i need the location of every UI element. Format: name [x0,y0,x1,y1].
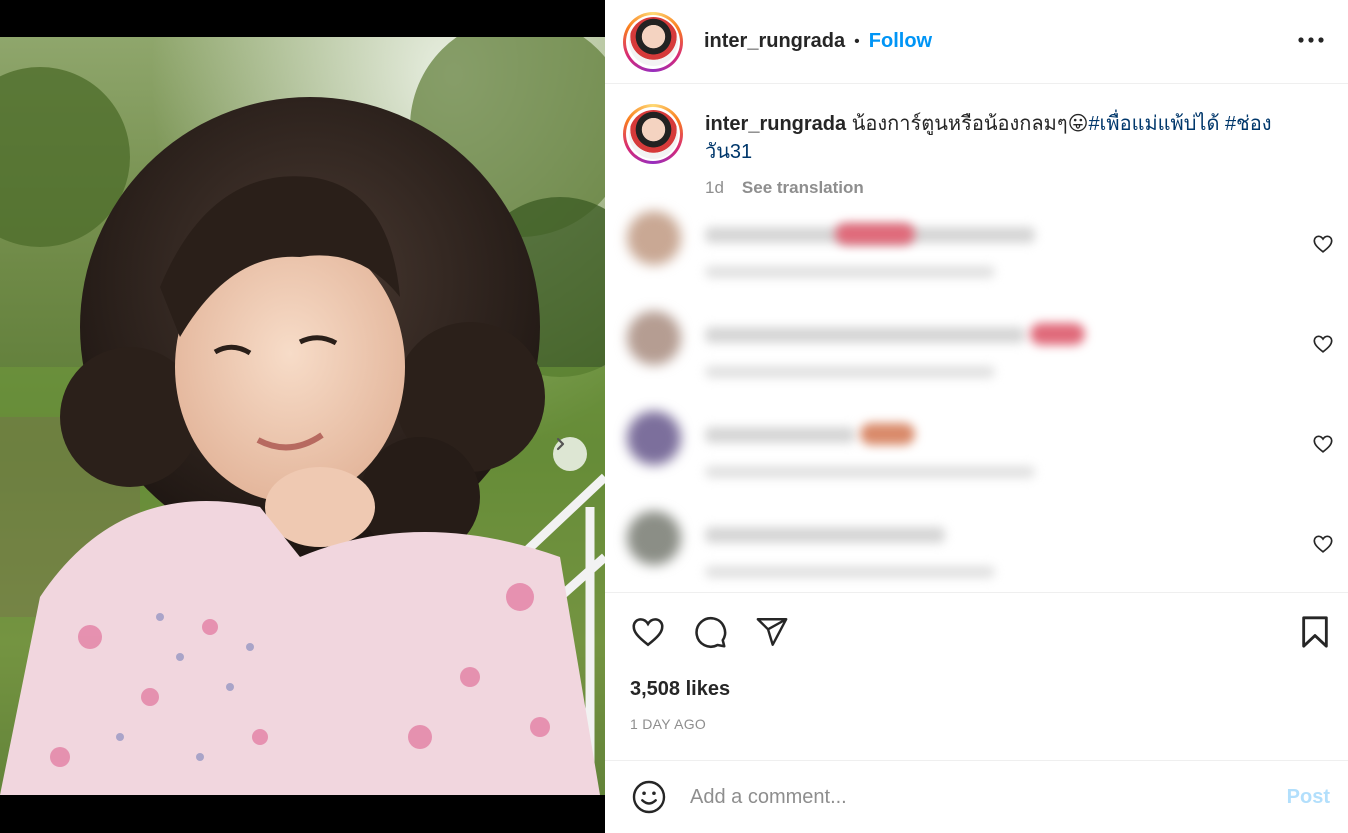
post-actions: 3,508 likes 1 DAY AGO [605,592,1348,760]
add-comment-bar: Post [605,760,1348,833]
caption-avatar[interactable] [628,109,678,159]
emoji-picker-button[interactable] [629,777,669,817]
blurred-meta [705,366,995,378]
post-header: inter_rungrada • Follow [605,0,1348,84]
more-icon [1298,37,1324,43]
comments-list[interactable]: inter_rungrada น้องการ์ตูนหรือน้องกลมๆ😛#… [605,85,1348,592]
comment-avatar [627,511,681,565]
blurred-meta [705,466,1035,478]
post-details-panel: inter_rungrada • Follow inter_rungrada น… [605,0,1348,833]
like-button[interactable] [629,613,667,651]
post-photo[interactable] [0,37,605,795]
next-photo-button[interactable] [553,437,587,471]
comment-input[interactable] [690,785,1230,809]
hashtag-link[interactable]: #เพื่อแม่แพ้บ่ได้ [1088,113,1219,135]
blurred-comment [605,403,1348,503]
caption-age[interactable]: 1d [705,178,724,198]
comment-button[interactable] [691,613,729,651]
comment-avatar [627,211,681,265]
caption: inter_rungrada น้องการ์ตูนหรือน้องกลมๆ😛#… [605,85,1348,203]
separator-dot: • [854,32,860,50]
blurred-comment [605,203,1348,303]
heart-icon [632,618,664,647]
blurred-comment [605,503,1348,592]
comment-avatar [627,311,681,365]
blurred-meta [705,566,995,578]
heart-icon[interactable] [1312,433,1334,455]
blurred-text [705,327,1025,343]
heart-icon[interactable] [1312,333,1334,355]
header-username[interactable]: inter_rungrada [704,30,845,53]
media-panel [0,0,605,833]
post-comment-button[interactable]: Post [1287,786,1330,809]
comment-icon [695,616,727,648]
blurred-comment [605,303,1348,403]
heart-icon[interactable] [1312,533,1334,555]
caption-body: น้องการ์ตูนหรือน้องกลมๆ😛 [851,113,1089,135]
chevron-right-icon [556,437,565,451]
see-translation-button[interactable]: See translation [742,178,864,198]
save-button[interactable] [1296,613,1334,651]
blurred-emoji [1030,323,1085,345]
avatar[interactable] [628,17,678,66]
blurred-emoji [835,223,915,245]
story-ring[interactable] [623,11,683,72]
caption-username[interactable]: inter_rungrada [705,113,846,135]
follow-button[interactable]: Follow [869,30,932,53]
share-icon [756,618,788,646]
action-icons [629,613,791,651]
like-count[interactable]: 3,508 likes [630,678,730,701]
caption-text: inter_rungrada น้องการ์ตูนหรือน้องกลมๆ😛#… [705,110,1288,166]
blurred-meta [705,266,995,278]
comment-avatar [627,411,681,465]
emoji-icon [632,780,666,814]
heart-icon[interactable] [1312,233,1334,255]
caption-story-ring[interactable] [623,104,683,164]
blurred-text [705,527,945,543]
photo-illustration [0,37,605,795]
bookmark-icon [1302,616,1328,648]
caption-meta: 1d See translation [705,178,1288,198]
share-button[interactable] [753,613,791,651]
more-options-button[interactable] [1296,28,1326,52]
blurred-text [705,427,855,443]
post-timestamp[interactable]: 1 DAY AGO [630,716,706,732]
blurred-emoji [860,423,915,445]
